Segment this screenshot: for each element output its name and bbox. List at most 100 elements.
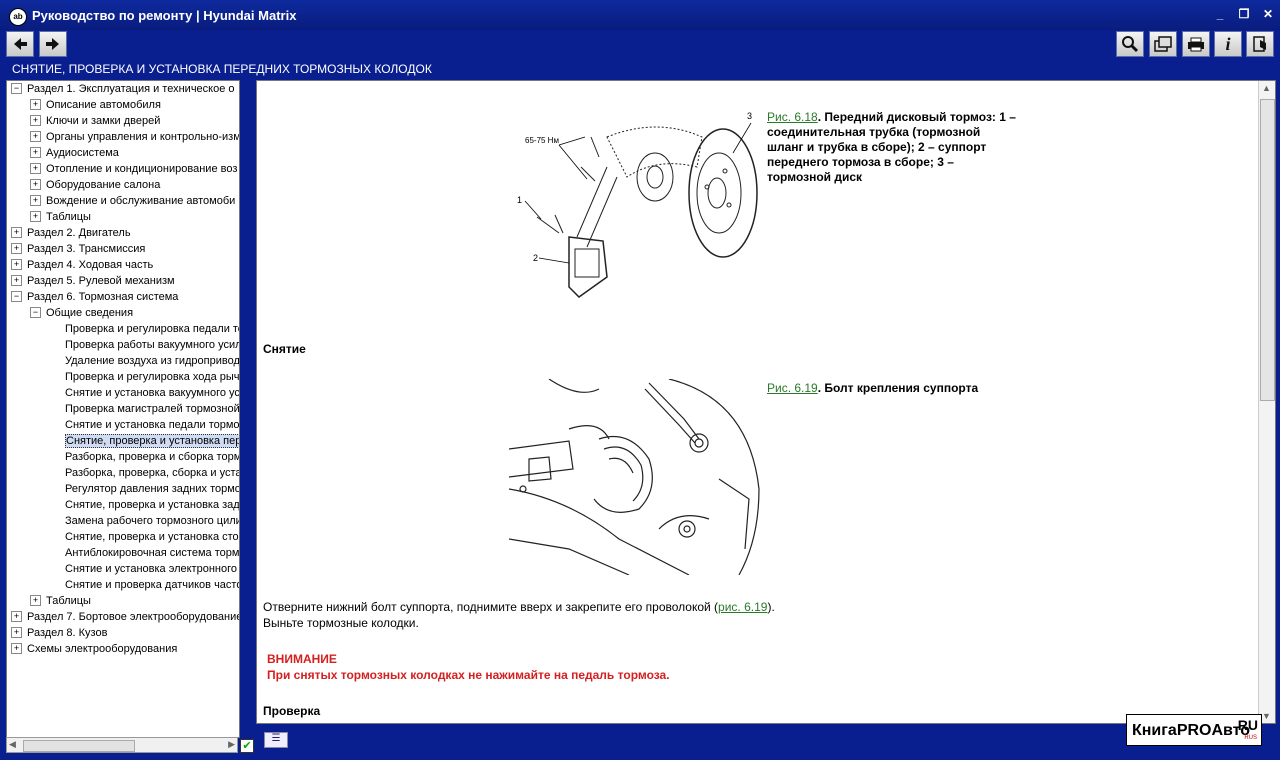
expand-icon[interactable]: +	[11, 258, 22, 270]
scroll-thumb[interactable]	[23, 740, 135, 752]
tree-item[interactable]: + Схемы электрооборудования	[11, 641, 177, 657]
tree-item[interactable]: Снятие и установка вакуумного усилителя	[65, 385, 239, 401]
tree-item[interactable]: Проверка и регулировка педали тормоза	[65, 321, 239, 337]
print-button[interactable]	[1182, 31, 1210, 57]
tree-item[interactable]: Снятие, проверка и установка передних	[65, 433, 239, 449]
expand-icon[interactable]: +	[30, 162, 41, 174]
search-button[interactable]	[1116, 31, 1144, 57]
tree-item[interactable]: + Ключи и замки дверей	[30, 113, 160, 129]
list-icon[interactable]: ☰	[264, 732, 288, 748]
tree-item[interactable]: − Раздел 1. Эксплуатация и техническое о	[11, 81, 235, 97]
tree-item[interactable]: + Раздел 7. Бортовое электрооборудование	[11, 609, 240, 625]
toolbar: i	[0, 30, 1280, 60]
arrow-right-icon	[46, 38, 59, 50]
tree-item[interactable]: Разборка, проверка, сборка и установка	[65, 465, 239, 481]
tree-item[interactable]: Проверка магистралей тормозной системы	[65, 401, 239, 417]
tree-item[interactable]: + Аудиосистема	[30, 145, 119, 161]
tree-item[interactable]: + Оборудование салона	[30, 177, 160, 193]
tree-item[interactable]: + Вождение и обслуживание автомоби	[30, 193, 235, 209]
callout-2: 2	[533, 253, 538, 263]
app-icon[interactable]: ab	[9, 8, 27, 26]
expand-icon[interactable]: +	[30, 146, 41, 158]
tree-item[interactable]: Антиблокировочная система тормозов	[65, 545, 239, 561]
scroll-up-icon[interactable]: ▲	[1262, 83, 1271, 93]
expand-icon[interactable]: +	[11, 626, 22, 638]
caliper-bolt-figure	[509, 379, 760, 575]
exit-icon	[1253, 36, 1266, 52]
figure-6-19-link[interactable]: Рис. 6.19	[767, 381, 818, 395]
tree-item-label: Таблицы	[46, 595, 91, 607]
expand-icon[interactable]: +	[30, 130, 41, 142]
paragraph-text-end: ).	[767, 600, 775, 614]
tree-item[interactable]: + Органы управления и контрольно-изм	[30, 129, 239, 145]
back-button[interactable]	[6, 31, 34, 57]
tree-item[interactable]: + Раздел 5. Рулевой механизм	[11, 273, 175, 289]
tree-item[interactable]: Снятие, проверка и установка стояночного	[65, 529, 239, 545]
tree-item[interactable]: + Раздел 4. Ходовая часть	[11, 257, 153, 273]
printer-icon	[1188, 37, 1204, 52]
tree-item-label: Раздел 1. Эксплуатация и техническое о	[27, 83, 235, 95]
info-icon: i	[1225, 33, 1231, 54]
content-vertical-scrollbar[interactable]: ▲ ▼	[1258, 81, 1275, 723]
figure-6-19-inline-link[interactable]: рис. 6.19	[718, 600, 767, 614]
collapse-icon[interactable]: −	[11, 82, 22, 94]
tree-item[interactable]: Регулятор давления задних тормозов	[65, 481, 239, 497]
tree-item-label: Раздел 5. Рулевой механизм	[27, 275, 175, 287]
expand-icon[interactable]: +	[30, 98, 41, 110]
tree-item[interactable]: Снятие, проверка и установка задних	[65, 497, 239, 513]
scroll-down-icon[interactable]: ▼	[1262, 711, 1271, 721]
expand-icon[interactable]: +	[11, 242, 22, 254]
sync-checkbox[interactable]: ✔	[240, 739, 254, 753]
tree-item[interactable]: + Таблицы	[30, 209, 91, 225]
expand-icon[interactable]: +	[11, 274, 22, 286]
minimize-icon[interactable]: _	[1212, 7, 1228, 21]
tree-item-label: Схемы электрооборудования	[27, 643, 178, 655]
tree-item-label: Раздел 8. Кузов	[27, 627, 108, 639]
expand-icon[interactable]: +	[30, 178, 41, 190]
figure-6-18-link[interactable]: Рис. 6.18	[767, 110, 818, 124]
tree-item[interactable]: + Таблицы	[30, 593, 91, 609]
tree-item[interactable]: + Отопление и кондиционирование воз	[30, 161, 237, 177]
tree-item-label: Оборудование салона	[46, 179, 161, 191]
info-button[interactable]: i	[1214, 31, 1242, 57]
tree-horizontal-scrollbar[interactable]: ◀ ▶	[6, 737, 238, 753]
expand-icon[interactable]: +	[11, 642, 22, 654]
tree-item[interactable]: Разборка, проверка и сборка тормозного	[65, 449, 239, 465]
tree-item[interactable]: − Раздел 6. Тормозная система	[11, 289, 178, 305]
expand-icon[interactable]: +	[30, 594, 41, 606]
tree-item[interactable]: − Общие сведения	[30, 305, 133, 321]
restore-icon[interactable]: ❐	[1236, 7, 1252, 21]
tree-item-label: Раздел 7. Бортовое электрооборудование	[27, 611, 240, 623]
contents-tree-pane[interactable]: − Раздел 1. Эксплуатация и техническое о +…	[6, 80, 240, 738]
tree-item[interactable]: + Раздел 8. Кузов	[11, 625, 107, 641]
collapse-icon[interactable]: −	[11, 290, 22, 302]
section-title: СНЯТИЕ, ПРОВЕРКА И УСТАНОВКА ПЕРЕДНИХ ТО…	[12, 62, 432, 76]
tree-item[interactable]: + Описание автомобиля	[30, 97, 161, 113]
close-icon[interactable]: ✕	[1260, 7, 1276, 21]
forward-button[interactable]	[39, 31, 67, 57]
expand-icon[interactable]: +	[30, 114, 41, 126]
tree-item[interactable]: Проверка и регулировка хода рычага	[65, 369, 239, 385]
tree-item[interactable]: + Раздел 3. Трансмиссия	[11, 241, 145, 257]
scroll-thumb[interactable]	[1260, 99, 1275, 401]
exit-button[interactable]	[1246, 31, 1274, 57]
expand-icon[interactable]: +	[30, 194, 41, 206]
expand-icon[interactable]: +	[30, 210, 41, 222]
content-pane[interactable]: 65-75 Нм 1 2 3 Рис. 6.18. Передний диско…	[256, 80, 1276, 724]
collapse-icon[interactable]: −	[30, 306, 41, 318]
tree-item[interactable]: Снятие и проверка датчиков частоты	[65, 577, 239, 593]
bookmarks-button[interactable]	[1149, 31, 1177, 57]
heading-check: Проверка	[263, 704, 321, 718]
tree-item[interactable]: Замена рабочего тормозного цилиндра	[65, 513, 239, 529]
tree-item[interactable]: Снятие и установка педали тормоза	[65, 417, 239, 433]
folders-icon	[1154, 36, 1172, 52]
tree-item[interactable]: Снятие и установка электронного блока	[65, 561, 239, 577]
scroll-right-icon[interactable]: ▶	[228, 739, 235, 750]
expand-icon[interactable]: +	[11, 610, 22, 622]
tree-item[interactable]: + Раздел 2. Двигатель	[11, 225, 131, 241]
tree-item[interactable]: Проверка работы вакуумного усилителя	[65, 337, 239, 353]
scroll-left-icon[interactable]: ◀	[9, 739, 16, 750]
tree-item[interactable]: Удаление воздуха из гидропривода	[65, 353, 239, 369]
search-icon	[1122, 36, 1139, 53]
expand-icon[interactable]: +	[11, 226, 22, 238]
